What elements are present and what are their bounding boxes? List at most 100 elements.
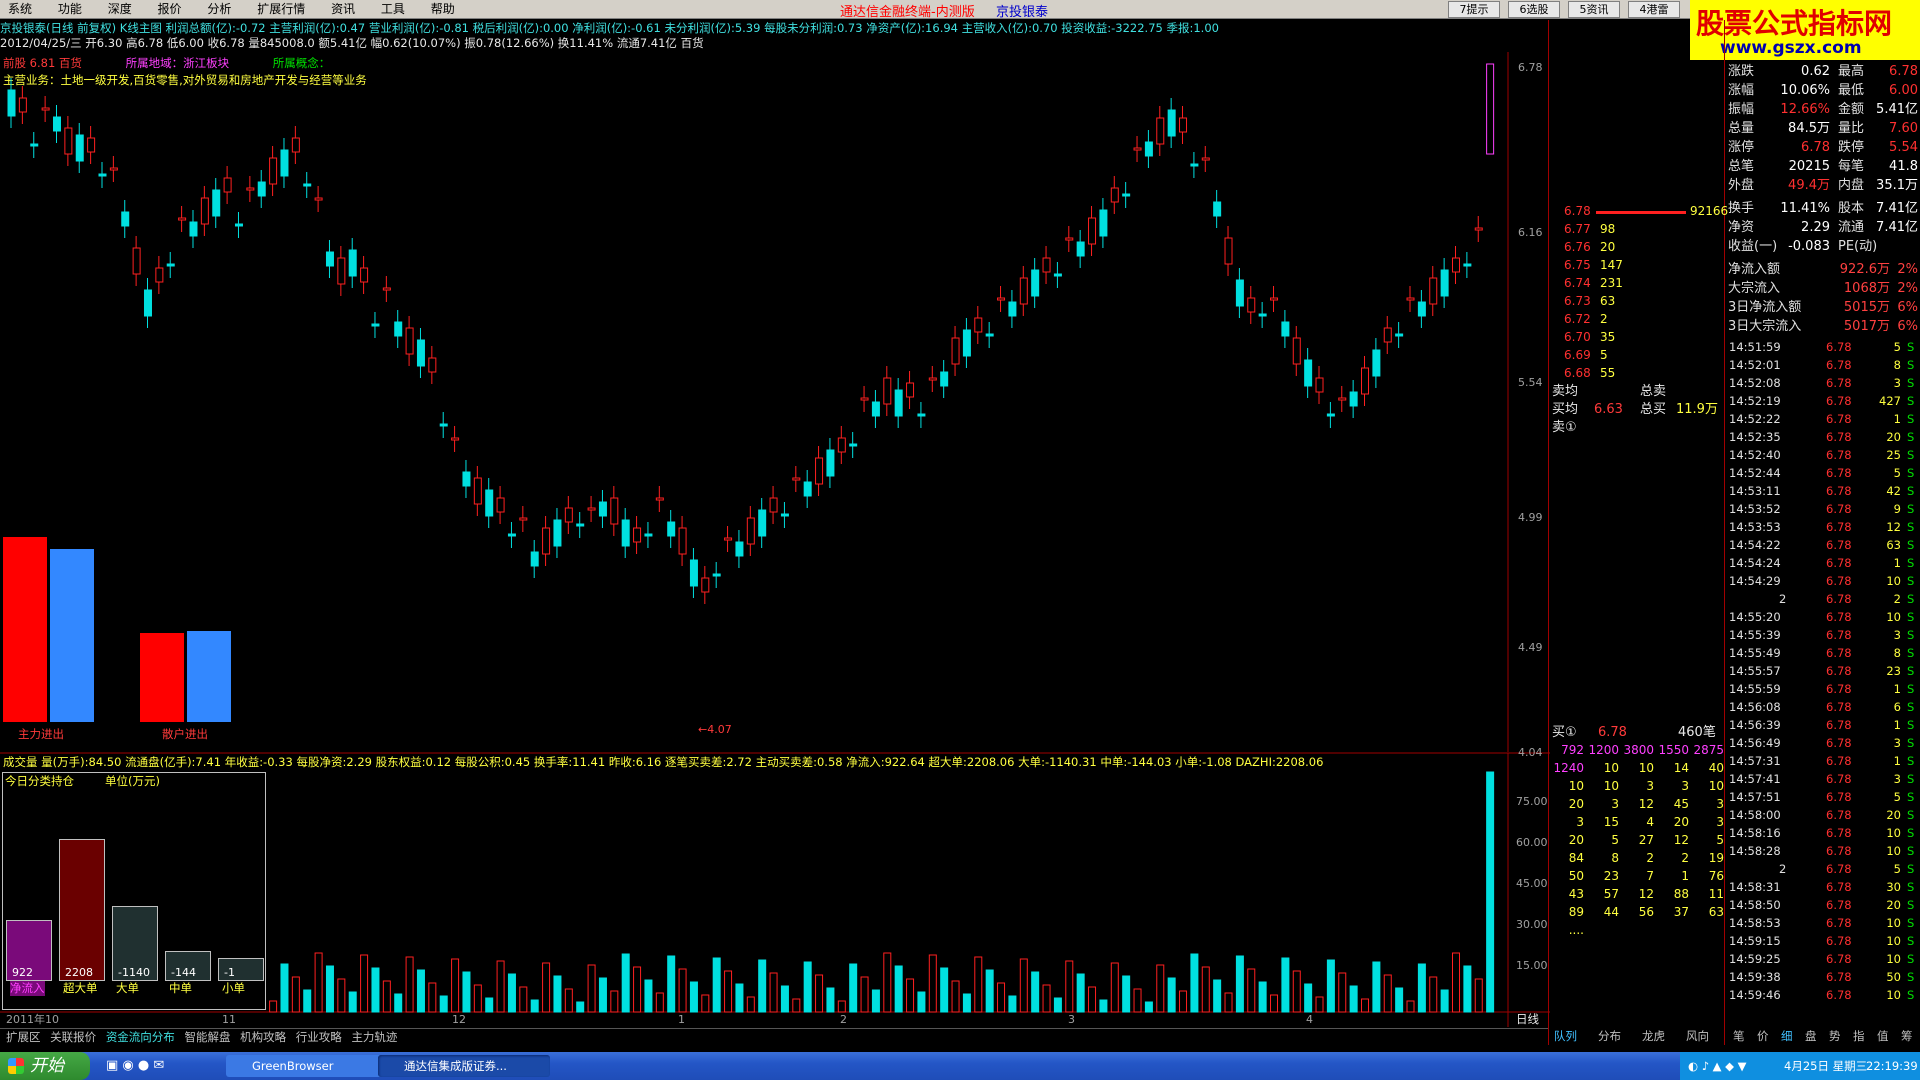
menu-ext-market[interactable]: 扩展行情 <box>257 0 305 18</box>
volume-bar <box>371 967 380 1013</box>
total-buy-value: 11.9万 <box>1676 402 1718 417</box>
tick-side: S <box>1907 412 1915 426</box>
queue-cell: 15 <box>1603 815 1619 829</box>
tick-row: 14:58:28 6.78 10 S <box>1727 842 1917 860</box>
volume-tick-label: 45.00 <box>1516 877 1548 890</box>
flow-main-in-bar <box>3 537 47 722</box>
mini-tab[interactable]: 势 <box>1829 1028 1841 1045</box>
stock-picker-button[interactable]: 6选股 <box>1508 1 1560 18</box>
tick-time: 14:57:51 <box>1729 790 1781 804</box>
tick-volume: 42 <box>1886 484 1901 498</box>
volume-bar <box>1258 981 1267 1013</box>
candle-body <box>64 127 73 155</box>
queue-cell: 12 <box>1638 887 1654 901</box>
volume-bar <box>1304 983 1313 1013</box>
tick-price: 6.78 <box>1826 430 1852 444</box>
candle-body <box>75 134 84 162</box>
total-buy-label: 总买 <box>1640 402 1667 417</box>
mini-tab[interactable]: 细 <box>1781 1028 1793 1045</box>
tab-industry[interactable]: 行业攻略 <box>296 1029 342 1046</box>
volume-bar <box>1213 979 1222 1013</box>
quick-launch-icons[interactable]: ▣ ◉ ● ✉ <box>106 1058 186 1074</box>
menu-system[interactable]: 系统 <box>8 0 32 18</box>
quote-value: 20215 <box>1788 159 1830 174</box>
taskbar-tdx[interactable]: 通达信集成版证券... <box>378 1055 550 1077</box>
quote-label-2: 量比 <box>1838 121 1865 136</box>
tick-row: 14:57:51 6.78 5 S <box>1727 788 1917 806</box>
menu-news[interactable]: 资讯 <box>331 0 355 18</box>
tab-queue[interactable]: 队列 <box>1554 1028 1577 1045</box>
tick-volume: 10 <box>1886 574 1901 588</box>
tab-ext-area[interactable]: 扩展区 <box>6 1029 41 1046</box>
tick-time: 14:56:49 <box>1729 736 1781 750</box>
volume-bar <box>894 965 903 1013</box>
mini-tab[interactable]: 盘 <box>1805 1028 1817 1045</box>
candle-body <box>871 401 880 417</box>
volume-bar <box>974 956 983 1013</box>
candle-body <box>30 143 39 147</box>
volume-bar <box>610 990 619 1013</box>
menu-quote[interactable]: 报价 <box>158 0 182 18</box>
candle-body <box>1065 237 1074 241</box>
tab-smart-analysis[interactable]: 智能解盘 <box>184 1029 230 1046</box>
menu-analysis[interactable]: 分析 <box>207 0 231 18</box>
sell-level-qty: 98 <box>1600 222 1616 236</box>
tick-side: S <box>1907 358 1915 372</box>
candle-body <box>1099 209 1108 237</box>
volume-bar <box>849 963 858 1013</box>
mini-tab[interactable]: 值 <box>1877 1028 1889 1045</box>
queue-cell: 5 <box>1611 833 1619 847</box>
volume-bar <box>1156 964 1165 1013</box>
news-button[interactable]: 5资讯 <box>1568 1 1620 18</box>
tick-row: 14:52:01 6.78 8 S <box>1727 356 1917 374</box>
tab-related-quotes[interactable]: 关联报价 <box>50 1029 96 1046</box>
tab-institution[interactable]: 机构攻略 <box>240 1029 286 1046</box>
taskbar-greenbrowser[interactable]: GreenBrowser <box>226 1055 398 1077</box>
mini-tab[interactable]: 笔 <box>1733 1028 1745 1045</box>
mini-tab[interactable]: 筹 <box>1901 1028 1913 1045</box>
candle-body <box>143 289 152 317</box>
candle-body <box>689 559 698 587</box>
tick-time: 14:59:38 <box>1729 970 1781 984</box>
queue-cell: 2 <box>1646 851 1654 865</box>
queue-cell: 57 <box>1603 887 1619 901</box>
tick-side: S <box>1907 754 1915 768</box>
volume-bar <box>1395 987 1404 1013</box>
period-label[interactable]: 日线 <box>1516 1012 1539 1027</box>
hint-button[interactable]: 7提示 <box>1448 1 1500 18</box>
menu-depth[interactable]: 深度 <box>108 0 132 18</box>
candle-body <box>1326 413 1335 417</box>
tab-capital-flow[interactable]: 资金流向分布 <box>106 1029 175 1046</box>
mini-tab[interactable]: 指 <box>1853 1028 1865 1045</box>
tick-time: 14:57:41 <box>1729 772 1781 786</box>
mini-tab[interactable]: 价 <box>1757 1028 1769 1045</box>
quote-label-2: PE(动) <box>1838 239 1878 254</box>
tick-time: 14:58:16 <box>1729 826 1781 840</box>
alert-button[interactable]: 4港雷 <box>1628 1 1680 18</box>
price-tick-label: 5.54 <box>1518 376 1543 389</box>
tick-volume: 10 <box>1886 934 1901 948</box>
tick-side: S <box>1907 682 1915 696</box>
tab-wind[interactable]: 风向 <box>1686 1028 1709 1045</box>
queue-cell: 3 <box>1716 815 1724 829</box>
tick-time: 14:55:20 <box>1729 610 1781 624</box>
financial-info-text: 京投银泰(日线 前复权) K线主图 利润总额(亿):-0.72 主营利润(亿):… <box>0 21 1219 35</box>
tick-row: 14:57:41 6.78 3 S <box>1727 770 1917 788</box>
volume-bar <box>564 988 573 1013</box>
menu-function[interactable]: 功能 <box>58 0 82 18</box>
tab-main-track[interactable]: 主力轨迹 <box>351 1029 397 1046</box>
tick-volume: 25 <box>1886 448 1901 462</box>
quote-label-2: 每笔 <box>1838 159 1865 174</box>
volume-bar <box>1201 966 1210 1013</box>
tick-row: 14:55:59 6.78 1 S <box>1727 680 1917 698</box>
tab-dragon-tiger[interactable]: 龙虎 <box>1642 1028 1665 1045</box>
tab-distribution[interactable]: 分布 <box>1598 1028 1621 1045</box>
volume-bar <box>1019 958 1028 1013</box>
tray-icons[interactable]: ◐ ♪ ▲ ◆ ▼ <box>1688 1052 1747 1080</box>
tick-side: S <box>1907 898 1915 912</box>
menu-tools[interactable]: 工具 <box>381 0 405 18</box>
date-tick-label: 3 <box>1068 1013 1075 1026</box>
volume-bar <box>485 997 494 1013</box>
menu-help[interactable]: 帮助 <box>431 0 455 18</box>
candle-body <box>1440 269 1449 297</box>
